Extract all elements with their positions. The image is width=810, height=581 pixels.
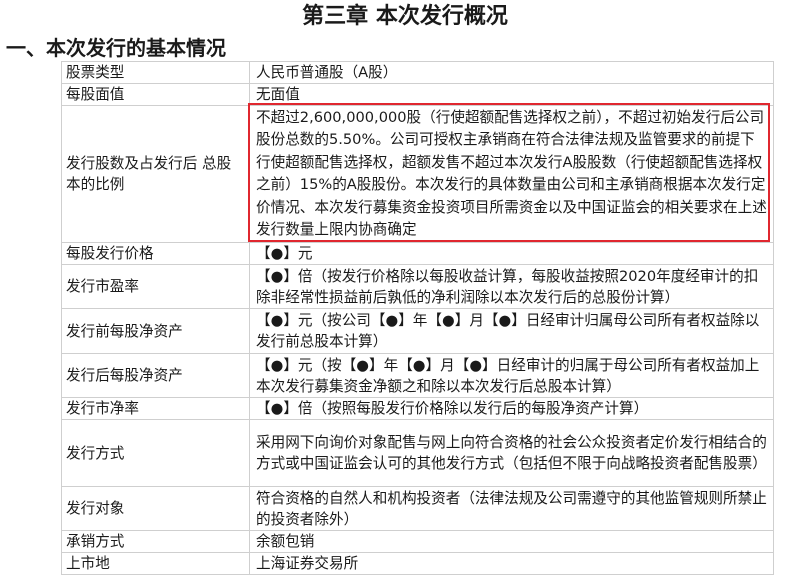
row-value: 【●】元（按公司【●】年【●】月【●】日经审计归属母公司所有者权益除以发行前总股… (249, 308, 774, 354)
row-label: 发行对象 (61, 486, 250, 531)
row-value: 余额包销 (249, 530, 774, 553)
table-row: 发行方式 采用网下向询价对象配售与网上向符合资格的社会公众投资者定价发行相结合的… (61, 419, 774, 487)
row-label: 发行股数及占发行后 总股本的比例 (61, 105, 250, 243)
row-value: 不超过2,600,000,000股（行使超额配售选择权之前），不超过初始发行后公… (249, 105, 774, 243)
section-title: 一、本次发行的基本情况 (6, 36, 226, 60)
row-label: 每股发行价格 (61, 242, 250, 265)
row-label: 承销方式 (61, 530, 250, 553)
row-label: 发行市净率 (61, 397, 250, 420)
row-value: 【●】元 (249, 242, 774, 265)
table-row: 发行市盈率 【●】倍（按发行价格除以每股收益计算，每股收益按照2020年度经审计… (61, 264, 774, 309)
table-row: 发行前每股净资产 【●】元（按公司【●】年【●】月【●】日经审计归属母公司所有者… (61, 308, 774, 354)
row-label: 上市地 (61, 552, 250, 575)
row-label: 发行市盈率 (61, 264, 250, 309)
table-row: 上市地 上海证券交易所 (61, 552, 774, 575)
table-row: 发行对象 符合资格的自然人和机构投资者（法律法规及公司需遵守的其他监管规则所禁止… (61, 486, 774, 531)
table-row: 股票类型 人民币普通股（A股） (61, 61, 774, 84)
row-value: 人民币普通股（A股） (249, 61, 774, 84)
row-value: 【●】倍（按发行价格除以每股收益计算，每股收益按照2020年度经审计的扣除非经常… (249, 264, 774, 309)
row-value: 【●】倍（按照每股发行价格除以发行后的每股净资产计算） (249, 397, 774, 420)
row-label: 每股面值 (61, 83, 250, 106)
table-row: 承销方式 余额包销 (61, 530, 774, 553)
row-label: 发行后每股净资产 (61, 353, 250, 398)
row-value: 符合资格的自然人和机构投资者（法律法规及公司需遵守的其他监管规则所禁止的投资者除… (249, 486, 774, 531)
issuance-info-table: 股票类型 人民币普通股（A股） 每股面值 无面值 发行股数及占发行后 总股本的比… (61, 61, 774, 575)
row-value: 上海证券交易所 (249, 552, 774, 575)
row-value: 无面值 (249, 83, 774, 106)
row-value: 采用网下向询价对象配售与网上向符合资格的社会公众投资者定价发行相结合的方式或中国… (249, 419, 774, 487)
table-row: 每股发行价格 【●】元 (61, 242, 774, 265)
row-label: 发行前每股净资产 (61, 308, 250, 354)
row-value: 【●】元（按【●】年【●】月【●】日经审计的归属于母公司所有者权益加上本次发行募… (249, 353, 774, 398)
row-label: 股票类型 (61, 61, 250, 84)
row-label: 发行方式 (61, 419, 250, 487)
chapter-title: 第三章 本次发行概况 (302, 4, 508, 29)
table-row: 发行后每股净资产 【●】元（按【●】年【●】月【●】日经审计的归属于母公司所有者… (61, 353, 774, 398)
table-row: 发行市净率 【●】倍（按照每股发行价格除以发行后的每股净资产计算） (61, 397, 774, 420)
table-row: 发行股数及占发行后 总股本的比例 不超过2,600,000,000股（行使超额配… (61, 105, 774, 243)
table-row: 每股面值 无面值 (61, 83, 774, 106)
